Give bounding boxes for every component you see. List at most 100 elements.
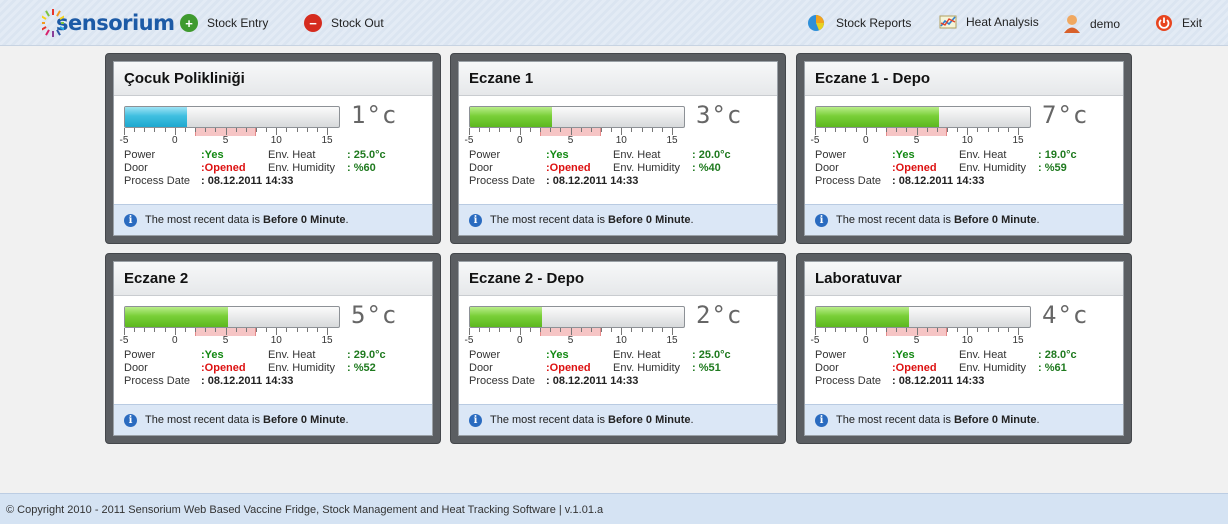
process-date-label: Process Date [815, 375, 882, 387]
env-humidity-label: Env. Humidity [268, 162, 336, 174]
scale-tick [174, 328, 176, 335]
scale-tick [154, 328, 156, 332]
device-card[interactable]: Laboratuvar -5 0 5 10 15 4°c Power :Yes Env.… [796, 253, 1132, 444]
scale-tick [164, 328, 166, 332]
power-value: :Yes [201, 149, 224, 161]
power-value: :Yes [546, 349, 569, 361]
scale-tick [672, 128, 673, 135]
scale-tick [550, 128, 552, 132]
scale-tick [845, 128, 847, 132]
scale-tick [865, 128, 867, 135]
env-humidity-value: : %51 [692, 362, 721, 374]
device-name: Eczane 1 - Depo [805, 62, 1123, 96]
stock-out-link[interactable]: − Stock Out [304, 14, 384, 32]
scale-tick [967, 328, 969, 335]
device-card[interactable]: Eczane 2 - Depo -5 0 5 10 15 2°c Power :Yes … [450, 253, 786, 444]
process-date-value: : 08.12.2011 14:33 [201, 375, 294, 387]
scale-tick [590, 128, 592, 132]
door-value: :Opened [892, 162, 937, 174]
scale-tick [631, 328, 633, 332]
scale-tick [815, 128, 816, 135]
scale-tick [266, 328, 268, 332]
scale-tick [134, 128, 136, 132]
scale-label: 5 [567, 335, 574, 346]
scale-label: 10 [270, 335, 282, 346]
scale-tick [997, 128, 999, 132]
scale-tick [631, 128, 633, 132]
stock-entry-link[interactable]: + Stock Entry [180, 14, 268, 32]
temperature-gauge [124, 106, 340, 128]
device-name: Laboratuvar [805, 262, 1123, 296]
scale-tick [977, 128, 979, 132]
device-card[interactable]: Eczane 2 -5 0 5 10 15 5°c Power :Yes Env. He… [105, 253, 441, 444]
scale-tick [580, 128, 582, 132]
device-card[interactable]: Eczane 1 - Depo -5 0 5 10 15 7°c Power :Yes … [796, 53, 1132, 244]
plus-circle-icon: + [180, 14, 198, 32]
scale-label: 0 [171, 135, 178, 146]
power-value: :Yes [201, 349, 224, 361]
device-name: Çocuk Polikliniği [114, 62, 432, 96]
scale-tick [570, 128, 572, 135]
env-heat-label: Env. Heat [959, 349, 1007, 361]
sensorium-logo[interactable]: sensorium [42, 6, 175, 40]
heat-analysis-link[interactable]: Heat Analysis [939, 14, 1039, 30]
notice-suffix: . [345, 214, 349, 226]
notice-time: Before 0 Minute [608, 414, 691, 426]
scale-tick [195, 328, 197, 332]
scale-label: 15 [666, 135, 678, 146]
env-humidity-label: Env. Humidity [613, 162, 681, 174]
env-humidity-label: Env. Humidity [268, 362, 336, 374]
device-card[interactable]: Çocuk Polikliniği -5 0 5 10 15 1°c Power :Ye… [105, 53, 441, 244]
user-menu[interactable]: demo [1063, 14, 1120, 34]
scale-label: 5 [913, 135, 920, 146]
scale-tick [529, 128, 531, 132]
temperature-gauge [124, 306, 340, 328]
power-label: Power [124, 349, 156, 361]
exit-link[interactable]: Exit [1155, 14, 1202, 32]
scale-tick [865, 328, 867, 335]
process-date-value: : 08.12.2011 14:33 [892, 375, 985, 387]
device-name: Eczane 2 - Depo [459, 262, 777, 296]
scale-tick [1007, 328, 1009, 332]
scale-tick [835, 328, 837, 332]
scale-label: 15 [321, 335, 333, 346]
username-label: demo [1090, 17, 1121, 31]
last-update-notice: i The most recent data is Before 0 Minut… [805, 204, 1123, 235]
scale-tick [946, 328, 948, 332]
notice-prefix: The most recent data is [145, 414, 263, 426]
heat-analysis-label: Heat Analysis [966, 15, 1039, 29]
device-info: Power :Yes Env. Heat : 25.0°c Door :Open… [124, 149, 386, 188]
scale-tick [509, 328, 511, 332]
scale-tick [651, 128, 653, 132]
scale-tick [134, 328, 136, 332]
last-update-notice: i The most recent data is Before 0 Minut… [459, 404, 777, 435]
scale-tick [957, 128, 959, 132]
info-icon: i [469, 413, 482, 427]
scale-tick [499, 128, 501, 132]
scale-label: 10 [615, 135, 627, 146]
scale-tick [855, 128, 857, 132]
power-value: :Yes [892, 149, 915, 161]
device-info: Power :Yes Env. Heat : 29.0°c Door :Open… [124, 349, 386, 388]
notice-time: Before 0 Minute [263, 214, 346, 226]
scale-tick [184, 328, 186, 332]
notice-time: Before 0 Minute [608, 214, 691, 226]
scale-label: 0 [171, 335, 178, 346]
stock-reports-link[interactable]: Stock Reports [807, 14, 911, 32]
notice-suffix: . [345, 414, 349, 426]
temperature-scale: -5 0 5 10 15 [465, 128, 685, 148]
door-value: :Opened [201, 362, 246, 374]
temperature-readout: 7°c [1042, 101, 1089, 129]
scale-tick [896, 128, 898, 132]
scale-tick [306, 328, 308, 332]
scale-tick [469, 128, 470, 135]
scale-tick [519, 128, 521, 135]
scale-tick [306, 128, 308, 132]
env-humidity-label: Env. Humidity [959, 162, 1027, 174]
notice-prefix: The most recent data is [490, 214, 608, 226]
device-card[interactable]: Eczane 1 -5 0 5 10 15 3°c Power :Yes Env. He… [450, 53, 786, 244]
scale-tick [875, 128, 877, 132]
temperature-readout: 1°c [351, 101, 398, 129]
scale-tick [255, 328, 257, 332]
scale-tick [489, 328, 491, 332]
